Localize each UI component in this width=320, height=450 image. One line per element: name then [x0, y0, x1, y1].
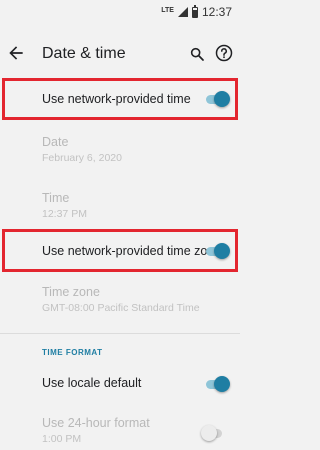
- time-label: Time: [42, 191, 70, 205]
- network-time-toggle[interactable]: [206, 90, 230, 108]
- date-value: February 6, 2020: [42, 152, 122, 164]
- help-icon[interactable]: [215, 44, 233, 62]
- hour24-label: Use 24-hour format: [42, 416, 150, 430]
- network-time-row[interactable]: Use network-provided time: [0, 78, 240, 120]
- time-zone-label: Time zone: [42, 285, 100, 299]
- time-zone-value: GMT-08:00 Pacific Standard Time: [42, 302, 200, 314]
- time-zone-row[interactable]: Time zone GMT-08:00 Pacific Standard Tim…: [0, 278, 240, 324]
- locale-default-toggle[interactable]: [206, 375, 230, 393]
- network-time-zone-label: Use network-provided time zone: [42, 244, 222, 258]
- status-bar: LTE 12:37: [0, 0, 240, 24]
- time-row[interactable]: Time 12:37 PM: [0, 184, 240, 230]
- status-icons: LTE 12:37: [161, 4, 232, 19]
- battery-icon: [191, 4, 198, 18]
- page-title: Date & time: [42, 45, 126, 62]
- time-value: 12:37 PM: [42, 208, 87, 220]
- network-time-zone-toggle[interactable]: [206, 242, 230, 260]
- time-format-header: TIME FORMAT: [42, 348, 103, 357]
- toolbar: Date & time: [0, 24, 240, 80]
- network-time-label: Use network-provided time: [42, 92, 191, 106]
- date-label: Date: [42, 135, 69, 149]
- date-row[interactable]: Date February 6, 2020: [0, 126, 240, 172]
- hour24-value: 1:00 PM: [42, 433, 82, 445]
- locale-default-label: Use locale default: [42, 376, 142, 390]
- signal-icon: [177, 7, 188, 17]
- section-divider: [0, 333, 240, 334]
- network-type: LTE: [161, 6, 174, 14]
- hour24-toggle[interactable]: [201, 424, 224, 442]
- locale-default-row[interactable]: Use locale default: [0, 364, 240, 404]
- status-clock: 12:37: [201, 5, 232, 19]
- hour24-row[interactable]: Use 24-hour format 1:00 PM: [0, 410, 240, 450]
- search-icon[interactable]: [189, 46, 205, 62]
- arrow-left-icon[interactable]: [6, 43, 26, 63]
- network-time-zone-row[interactable]: Use network-provided time zone: [0, 229, 240, 272]
